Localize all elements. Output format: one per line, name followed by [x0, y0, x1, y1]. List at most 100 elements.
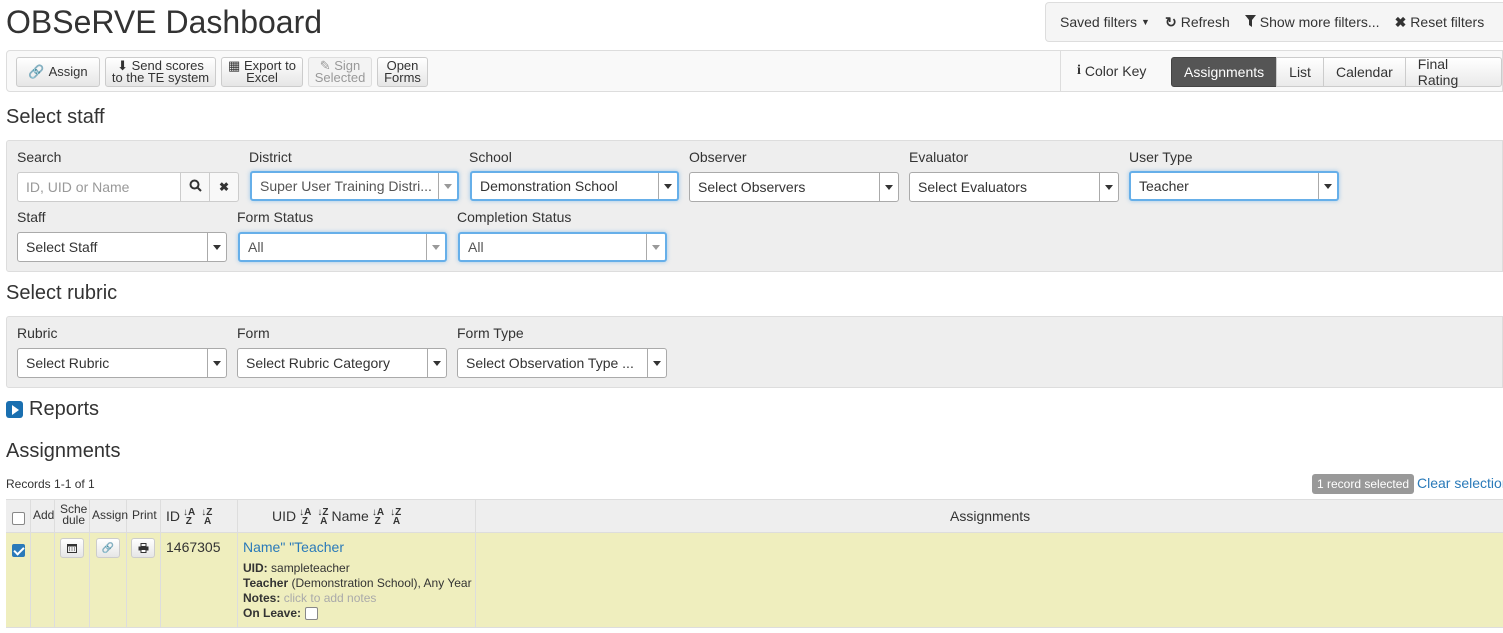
color-key-button[interactable]: i Color Key	[1060, 51, 1160, 91]
completion-status-select[interactable]: All	[458, 232, 667, 262]
refresh-button[interactable]: ↻ Refresh	[1165, 14, 1230, 31]
rubric-select[interactable]: Select Rubric	[17, 348, 227, 378]
rubric-value: Select Rubric	[26, 355, 110, 371]
tab-assignments[interactable]: Assignments	[1171, 57, 1278, 87]
sort-asc-icon[interactable]: ↓A Z	[299, 508, 311, 527]
row-checkbox[interactable]	[12, 544, 25, 557]
uid-name-header: UID ↓A Z↓Z A Name ↓A Z↓Z A	[272, 508, 404, 527]
assignments-table: Add Sche dule Assign Print ID ↓A Z↓Z A UID…	[6, 499, 1503, 628]
search-label: Search	[17, 149, 62, 165]
schedule-button[interactable]	[60, 538, 84, 558]
form-status-select[interactable]: All	[238, 232, 447, 262]
row-assign-cell: 🔗	[90, 533, 127, 627]
evaluator-select[interactable]: Select Evaluators	[909, 172, 1119, 202]
evaluator-value: Select Evaluators	[918, 179, 1027, 195]
schedule-header: Sche dule	[60, 503, 87, 527]
print-header: Print	[132, 508, 157, 522]
export-label-2: Excel	[246, 70, 278, 85]
reset-filters-button[interactable]: ✖ Reset filters	[1395, 14, 1485, 31]
show-more-filters-button[interactable]: Show more filters...	[1244, 14, 1380, 30]
view-tabs: Assignments List Calendar Final Rating	[1171, 56, 1502, 88]
link-icon: 🔗	[28, 64, 45, 79]
assign-row-button[interactable]: 🔗	[96, 538, 120, 558]
sign-selected-button[interactable]: ✎ Sign Selected	[308, 57, 372, 87]
form-type-select[interactable]: Select Observation Type ...	[457, 348, 667, 378]
filter-icon	[1244, 14, 1256, 30]
play-icon	[6, 401, 23, 418]
saved-filters-dropdown[interactable]: Saved filters ▼	[1060, 14, 1150, 30]
assignments-header: Assignments	[950, 508, 1031, 524]
id-header: ID ↓A Z ↓Z A	[166, 508, 215, 527]
clear-search-button[interactable]: ✖	[209, 172, 239, 202]
sort-asc-icon[interactable]: ↓A Z	[183, 508, 195, 527]
chevron-down-icon	[647, 349, 666, 377]
caret-down-icon: ▼	[1141, 17, 1150, 27]
open-forms-label-2: Forms	[384, 70, 421, 85]
sort-desc-icon[interactable]: ↓Z A	[390, 508, 401, 527]
send-scores-button[interactable]: ⬇ Send scores to the TE system	[105, 57, 216, 87]
export-excel-button[interactable]: ▦ Export to Excel	[221, 57, 303, 87]
table-icon: ▦	[228, 58, 241, 73]
sort-asc-icon[interactable]: ↓A Z	[372, 508, 384, 527]
usertype-select[interactable]: Teacher	[1129, 171, 1339, 201]
form-label: Form	[237, 325, 270, 341]
close-icon: ✖	[218, 180, 230, 194]
row-select-cell	[6, 533, 31, 627]
form-type-label: Form Type	[457, 325, 524, 341]
search-input[interactable]: ID, UID or Name	[17, 172, 181, 202]
send-scores-label-2: to the TE system	[111, 70, 210, 85]
show-more-filters-label: Show more filters...	[1259, 14, 1380, 30]
assign-button[interactable]: 🔗 Assign	[16, 57, 100, 87]
school-select[interactable]: Demonstration School	[470, 171, 679, 201]
form-status-value: All	[248, 239, 264, 255]
print-button[interactable]	[131, 538, 155, 558]
table-header: Add Sche dule Assign Print ID ↓A Z↓Z A UID…	[6, 500, 1503, 533]
reset-filters-label: Reset filters	[1410, 14, 1485, 30]
records-count: Records 1-1 of 1	[6, 477, 95, 491]
staff-select[interactable]: Select Staff	[17, 232, 227, 262]
row-id-cell: 1467305	[161, 533, 238, 627]
observer-select[interactable]: Select Observers	[689, 172, 899, 202]
on-leave-checkbox[interactable]	[305, 606, 319, 620]
evaluator-label: Evaluator	[909, 149, 969, 165]
select-all-checkbox[interactable]	[12, 512, 25, 525]
row-add-cell	[31, 533, 55, 627]
table-row[interactable]: 🔗 1467305 Name" "Teacher UID: sampleteac…	[6, 533, 1503, 628]
add-header: Add	[33, 508, 55, 522]
sign-label-2: Selected	[314, 70, 366, 85]
chevron-down-icon	[427, 349, 446, 377]
sort-desc-icon[interactable]: ↓Z A	[201, 508, 212, 527]
clear-selection-link[interactable]: Clear selection	[1417, 475, 1503, 491]
col-select	[6, 500, 31, 532]
chevron-down-icon	[879, 173, 898, 201]
schedule-header-2: dule	[62, 513, 86, 527]
refresh-label: Refresh	[1180, 14, 1230, 30]
staff-value: Select Staff	[26, 239, 98, 255]
calendar-icon	[67, 540, 77, 556]
tab-list[interactable]: List	[1276, 57, 1324, 87]
info-icon: i	[1077, 63, 1081, 78]
col-uid-name: UID ↓A Z↓Z A Name ↓A Z↓Z A	[238, 500, 476, 532]
form-select[interactable]: Select Rubric Category	[237, 348, 447, 378]
assign-header: Assign	[92, 508, 129, 522]
open-forms-button[interactable]: Open Forms	[377, 57, 428, 87]
district-select[interactable]: Super User Training Distri...	[250, 171, 459, 201]
assign-label: Assign	[48, 64, 88, 79]
id-header-label: ID	[166, 508, 180, 524]
tab-calendar[interactable]: Calendar	[1322, 57, 1406, 87]
col-id: ID ↓A Z ↓Z A	[161, 500, 238, 532]
col-assign: Assign	[90, 500, 129, 532]
role-value: (Demonstration School), Any Year	[291, 576, 472, 590]
role-label: Teacher	[243, 576, 289, 590]
reports-toggle[interactable]: Reports	[6, 398, 99, 421]
tab-final-rating[interactable]: Final Rating	[1404, 56, 1502, 88]
uid-value: sampleteacher	[271, 561, 350, 575]
chevron-down-icon	[1318, 173, 1337, 199]
teacher-name-link[interactable]: Name" "Teacher	[243, 539, 344, 555]
observer-label: Observer	[689, 149, 747, 165]
sort-desc-icon[interactable]: ↓Z A	[317, 508, 328, 527]
search-button[interactable]	[180, 172, 210, 202]
filter-actions-bar: Saved filters ▼ ↻ Refresh Show more filter…	[1045, 2, 1503, 42]
district-value: Super User Training Distri...	[260, 178, 432, 194]
notes-value[interactable]: click to add notes	[284, 591, 377, 605]
